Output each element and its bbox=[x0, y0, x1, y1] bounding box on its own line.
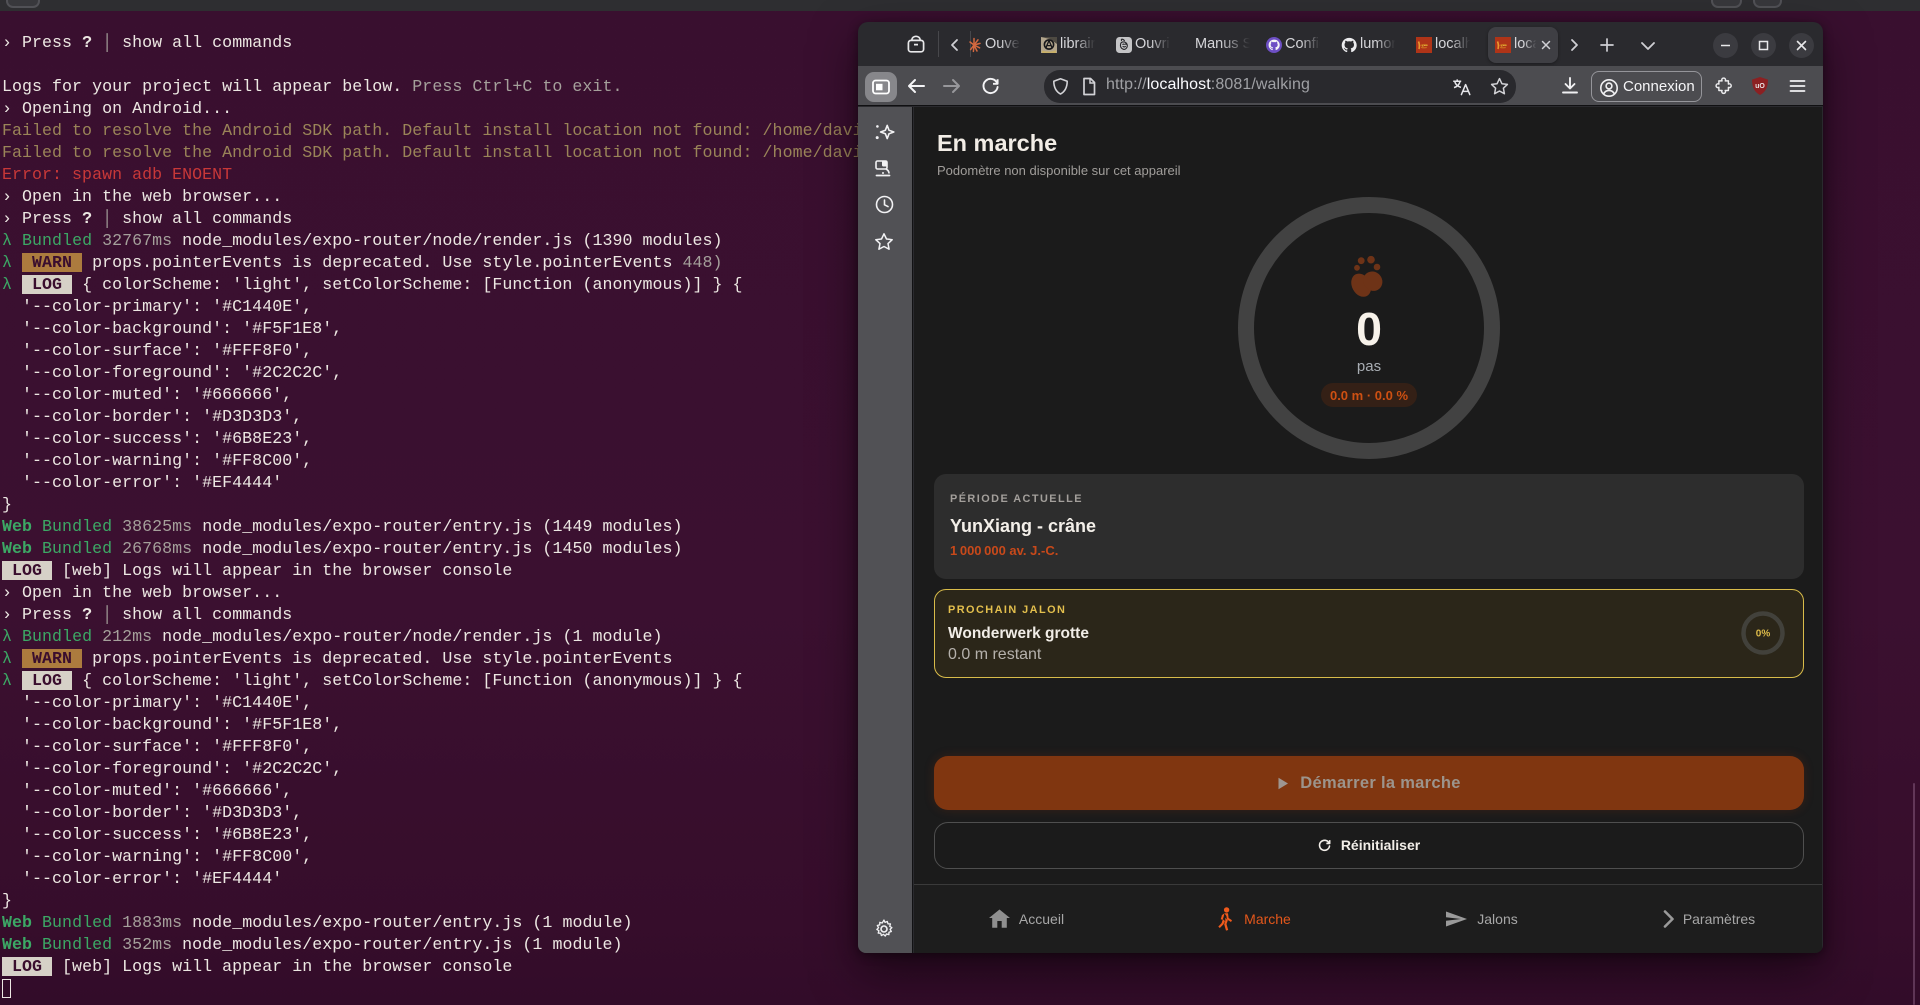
svg-text:uO: uO bbox=[1755, 83, 1765, 90]
svg-text:0%: 0% bbox=[1756, 628, 1771, 639]
